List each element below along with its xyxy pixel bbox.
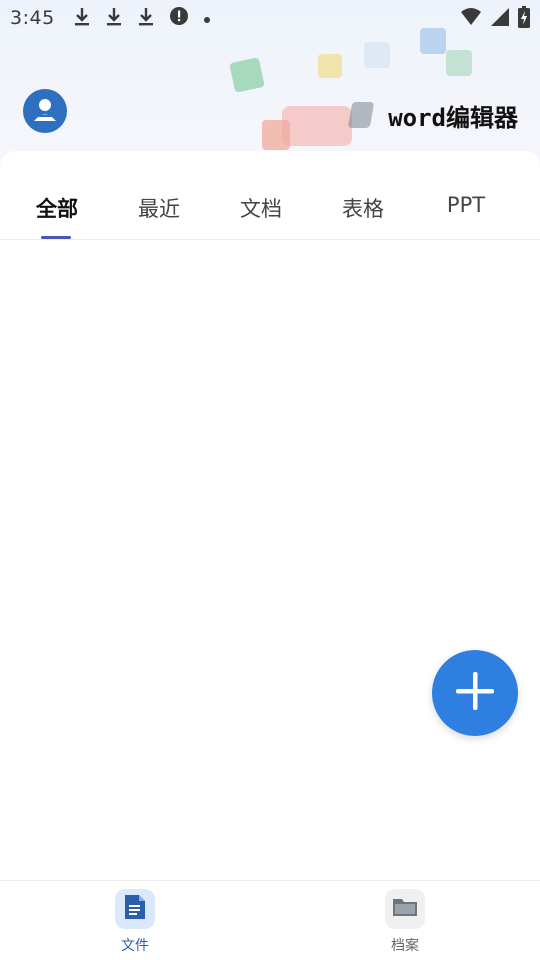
download-icon: [73, 6, 91, 31]
tab-documents[interactable]: 文档: [240, 193, 282, 223]
download-icon: [137, 6, 155, 31]
decor-sheet-icon: [446, 50, 472, 76]
download-icon: [105, 6, 123, 31]
signal-icon: [490, 7, 510, 32]
nav-files-icon-box: [115, 889, 155, 929]
dot-icon: [203, 7, 211, 29]
add-file-button[interactable]: [432, 650, 518, 736]
wifi-icon: [460, 7, 482, 32]
user-avatar-button[interactable]: [23, 89, 67, 133]
battery-icon: [518, 6, 530, 33]
folder-icon: [391, 895, 419, 923]
tab-recent[interactable]: 最近: [138, 193, 180, 223]
tab-ppt[interactable]: PPT: [447, 193, 485, 217]
user-icon: [31, 95, 59, 127]
bottom-navigation: 文件 档案: [0, 880, 540, 960]
decor-yellow-icon: [318, 54, 342, 78]
tab-all[interactable]: 全部: [36, 193, 78, 223]
decor-gray-icon: [347, 102, 375, 128]
status-bar: 3:45: [0, 0, 540, 36]
tab-spreadsheets[interactable]: 表格: [342, 193, 384, 223]
status-time: 3:45: [10, 7, 55, 29]
nav-item-files[interactable]: 文件: [95, 889, 175, 955]
document-icon: [123, 893, 147, 925]
nav-archive-label: 档案: [391, 938, 419, 954]
nav-archive-icon-box: [385, 889, 425, 929]
alert-icon: [169, 6, 189, 31]
nav-files-label: 文件: [121, 938, 149, 954]
decor-folder-icon: [282, 106, 352, 146]
file-list-empty-area: [0, 241, 540, 881]
file-list-card: 全部 最近 文档 表格 PPT: [0, 151, 540, 881]
app-title: word编辑器: [388, 104, 518, 132]
nav-item-archive[interactable]: 档案: [365, 889, 445, 955]
decor-excel-icon: [229, 57, 265, 93]
tab-active-indicator: [41, 236, 71, 239]
category-tabs: 全部 最近 文档 表格 PPT: [0, 151, 540, 240]
plus-icon: [453, 669, 497, 717]
decor-doc-icon: [364, 42, 390, 68]
